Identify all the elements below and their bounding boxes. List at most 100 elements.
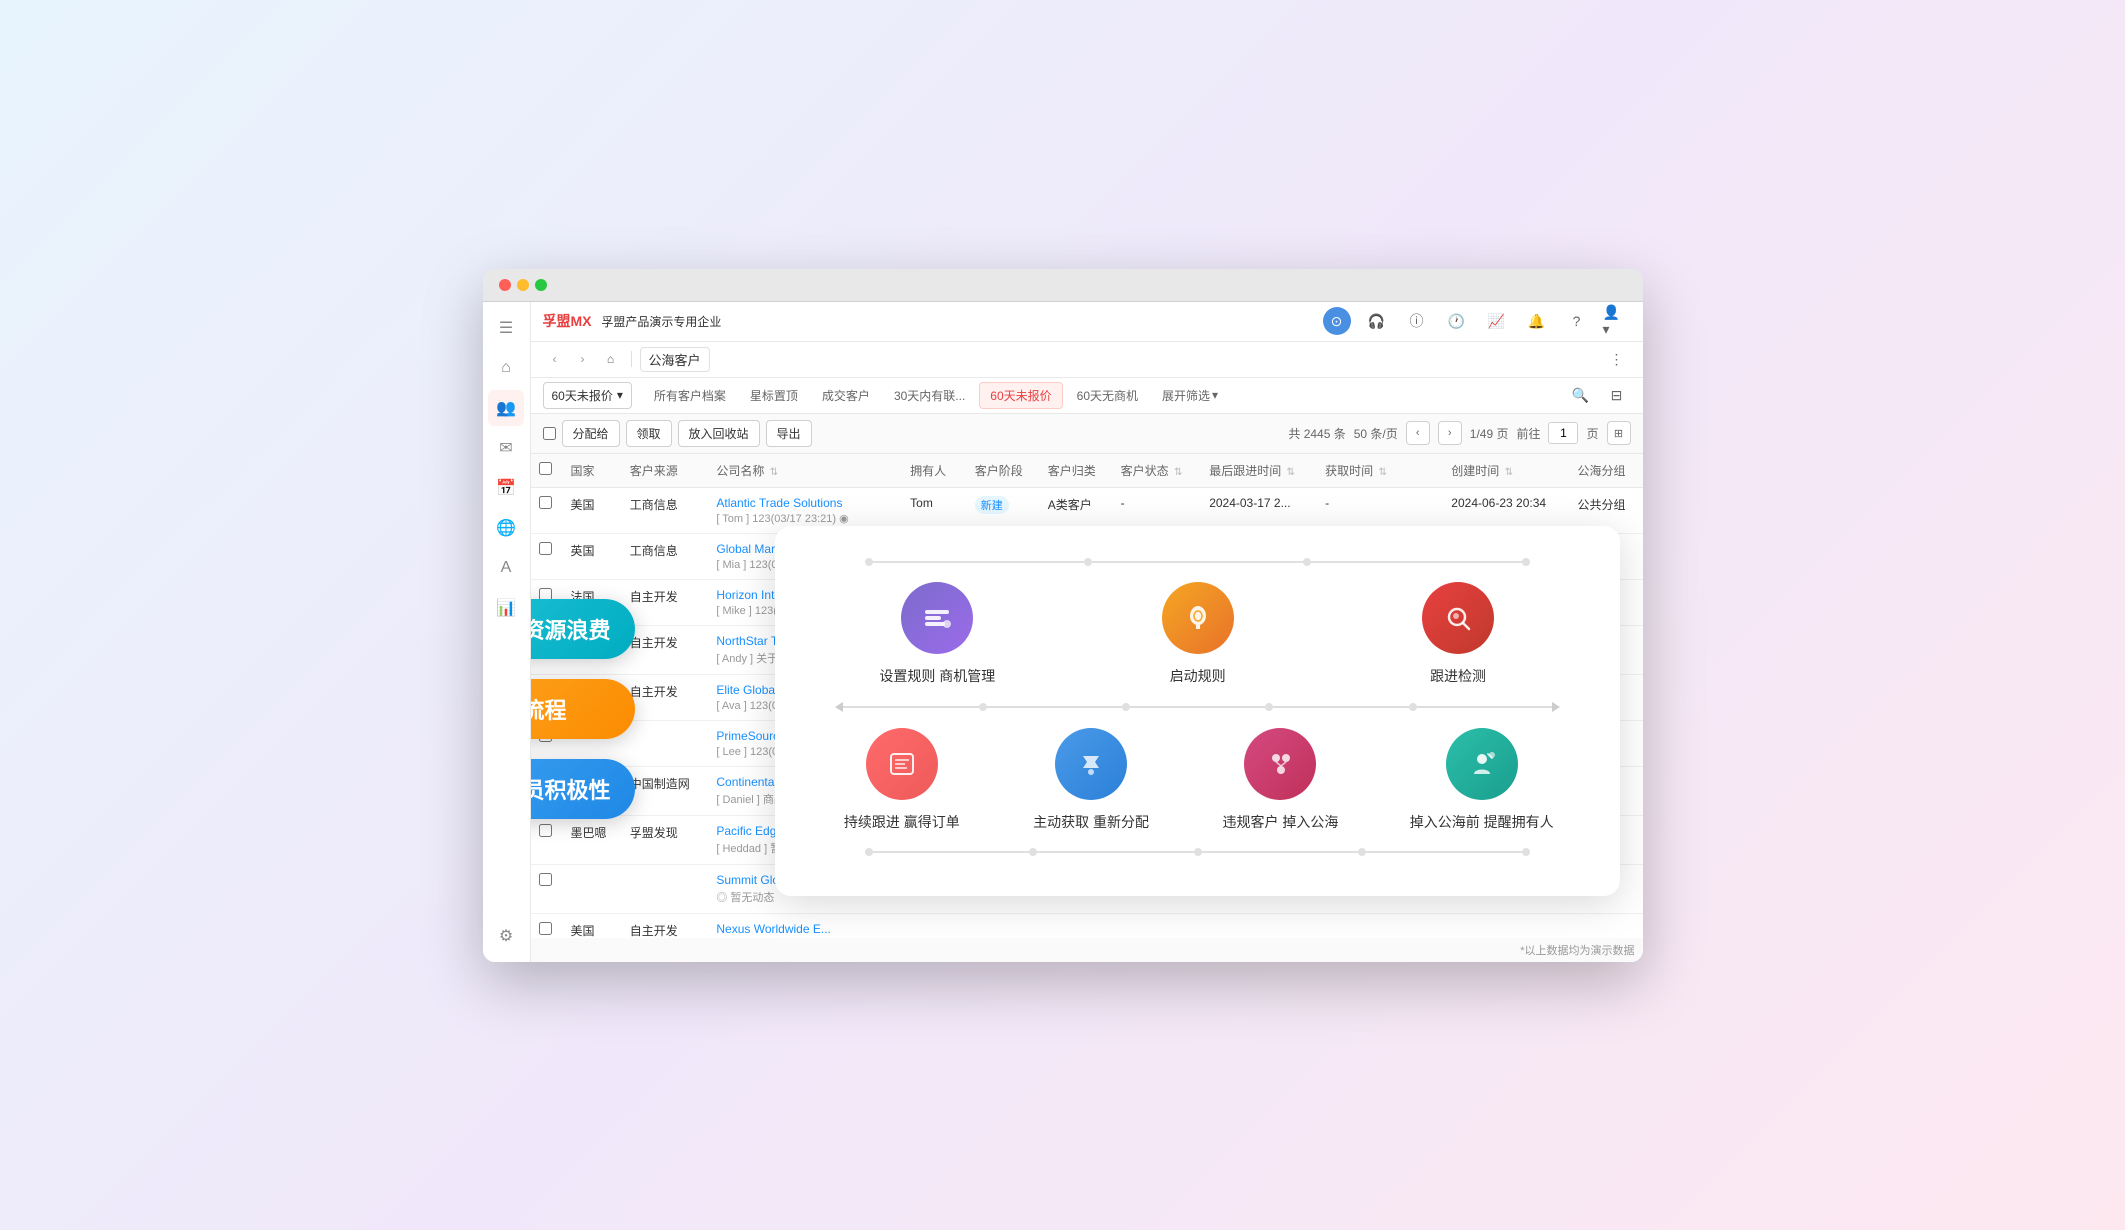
sidebar-mail-icon[interactable]: ✉ (488, 430, 524, 466)
row-group-9 (1569, 913, 1642, 938)
nav-clock-icon[interactable]: 🕐 (1443, 307, 1471, 335)
row-checkbox-4[interactable] (539, 683, 552, 696)
feature-top-row: 设置规则 商机管理 启动规则 (815, 566, 1580, 702)
feature-icon-setup (901, 582, 973, 654)
feature-icon-acquire (1055, 728, 1127, 800)
row-checkbox-8[interactable] (539, 873, 552, 886)
bottom-dot-3 (1194, 848, 1202, 856)
row-category-9 (1040, 913, 1113, 938)
filter-row-right: 🔍 ⊟ (1567, 381, 1631, 409)
row-owner-9 (902, 913, 967, 938)
company-link-9[interactable]: Nexus Worldwide E... (716, 922, 894, 936)
feature-icon-detect (1422, 582, 1494, 654)
row-checkbox-cell (531, 766, 563, 815)
row-checkbox-7[interactable] (539, 824, 552, 837)
dropdown-arrow-icon: ▾ (617, 388, 623, 402)
sub-nav-right: ⋮ (1603, 345, 1631, 373)
row-checkbox-6[interactable] (539, 775, 552, 788)
next-page-btn[interactable]: › (1438, 421, 1462, 445)
feature-label-detect: 跟进检测 (1430, 666, 1486, 686)
feature-label-violation: 违规客户 掉入公海 (1222, 812, 1338, 832)
feature-label-setup: 设置规则 商机管理 (879, 666, 995, 686)
filter-tab-60biz[interactable]: 60天无商机 (1067, 383, 1148, 408)
feature-label-remind: 掉入公海前 提醒拥有人 (1410, 812, 1554, 832)
row-checkbox-cell (531, 913, 563, 938)
nav-user-icon[interactable]: 👤 ▾ (1603, 307, 1631, 335)
nav-monitor-icon[interactable]: ⊙ (1323, 307, 1351, 335)
forward-button[interactable]: › (571, 347, 595, 371)
nav-info-icon[interactable]: ⓘ (1403, 307, 1431, 335)
row-checkbox-1[interactable] (539, 542, 552, 555)
nav-bell-icon[interactable]: 🔔 (1523, 307, 1551, 335)
export-button[interactable]: 导出 (766, 420, 812, 447)
row-source-7: 孚盟发现 (622, 815, 709, 864)
per-page-select[interactable]: 50 条/页 (1354, 425, 1398, 442)
minimize-dot[interactable] (517, 279, 529, 291)
th-last-follow: 最后跟进时间 ⇅ (1201, 454, 1317, 488)
sub-nav: ‹ › ⌂ 公海客户 ⋮ (531, 342, 1643, 378)
header-checkbox[interactable] (539, 462, 552, 475)
row-checkbox-9[interactable] (539, 922, 552, 935)
filter-tab-30day[interactable]: 30天内有联... (884, 383, 975, 408)
sidebar-menu-icon[interactable]: ☰ (488, 310, 524, 346)
more-options-icon[interactable]: ⋮ (1603, 345, 1631, 373)
page-input[interactable] (1548, 422, 1578, 444)
nav-chart-icon[interactable]: 📈 (1483, 307, 1511, 335)
filter-tab-deal[interactable]: 成交客户 (812, 383, 880, 408)
feature-card-detect: 跟进检测 (1398, 582, 1518, 686)
sidebar-calendar-icon[interactable]: 📅 (488, 470, 524, 506)
th-group: 公海分组 (1569, 454, 1642, 488)
page-unit: 页 (1586, 425, 1598, 442)
company-sub-0: [ Tom ] 123(03/17 23:21) ◉ (716, 512, 894, 525)
back-button[interactable]: ‹ (543, 347, 567, 371)
prev-page-btn[interactable]: ‹ (1406, 421, 1430, 445)
sidebar-globe-icon[interactable]: 🌐 (488, 510, 524, 546)
mid-dot-4 (1409, 703, 1417, 711)
nav-headset-icon[interactable]: 🎧 (1363, 307, 1391, 335)
mid-line-1 (843, 706, 978, 708)
row-checkbox-2[interactable] (539, 588, 552, 601)
row-source-1: 工商信息 (622, 533, 709, 579)
row-country-0: 美国 (563, 487, 622, 533)
search-button[interactable]: 🔍 (1567, 381, 1595, 409)
action-row: 分配给 领取 放入回收站 导出 共 2445 条 50 条/页 ‹ › 1/49… (531, 414, 1643, 454)
select-all-checkbox[interactable] (543, 427, 556, 440)
connector-dot-4 (1522, 558, 1530, 566)
sidebar-tag-icon[interactable]: A (488, 550, 524, 586)
grid-view-btn[interactable]: ⊞ (1607, 421, 1631, 445)
filter-tab-star[interactable]: 星标置顶 (740, 383, 808, 408)
home-button[interactable]: ⌂ (599, 347, 623, 371)
row-acquire-9 (1317, 913, 1443, 938)
filter-tab-60price[interactable]: 60天未报价 (979, 382, 1062, 409)
th-country: 国家 (563, 454, 622, 488)
filter-icon-btn[interactable]: ⊟ (1603, 381, 1631, 409)
row-checkbox-cell (531, 815, 563, 864)
assign-button[interactable]: 分配给 (562, 420, 620, 447)
maximize-dot[interactable] (535, 279, 547, 291)
row-checkbox-5[interactable] (539, 729, 552, 742)
filter-tab-all[interactable]: 所有客户档案 (644, 383, 736, 408)
claim-button[interactable]: 领取 (626, 420, 672, 447)
sidebar-home-icon[interactable]: ⌂ (488, 350, 524, 386)
browser-titlebar (483, 269, 1643, 302)
mid-dot-2 (1122, 703, 1130, 711)
sidebar-customers-icon[interactable]: 👥 (488, 390, 524, 426)
top-nav: 孚盟MX 孚盟产品演示专用企业 ⊙ 🎧 ⓘ 🕐 📈 🔔 ? 👤 ▾ (531, 302, 1643, 342)
bottom-dot-2 (1029, 848, 1037, 856)
company-link-0[interactable]: Atlantic Trade Solutions (716, 496, 894, 510)
row-checkbox-0[interactable] (539, 496, 552, 509)
row-country-5 (563, 720, 622, 766)
th-acquire: 获取时间 ⇅ (1317, 454, 1443, 488)
nav-question-icon[interactable]: ? (1563, 307, 1591, 335)
current-filter-dropdown[interactable]: 60天未报价 ▾ (543, 382, 632, 409)
recycle-button[interactable]: 放入回收站 (678, 420, 760, 447)
sidebar-settings-icon[interactable]: ⚙ (488, 918, 524, 954)
sidebar-analytics-icon[interactable]: 📊 (488, 590, 524, 626)
row-checkbox-3[interactable] (539, 634, 552, 647)
filter-expand-btn[interactable]: 展开筛选 ▾ (1152, 383, 1228, 408)
row-country-4: 德国 (563, 674, 622, 720)
mid-dot-3 (1265, 703, 1273, 711)
follow-sort-icon: ⇅ (1287, 467, 1295, 478)
close-dot[interactable] (499, 279, 511, 291)
mid-dot-1 (979, 703, 987, 711)
